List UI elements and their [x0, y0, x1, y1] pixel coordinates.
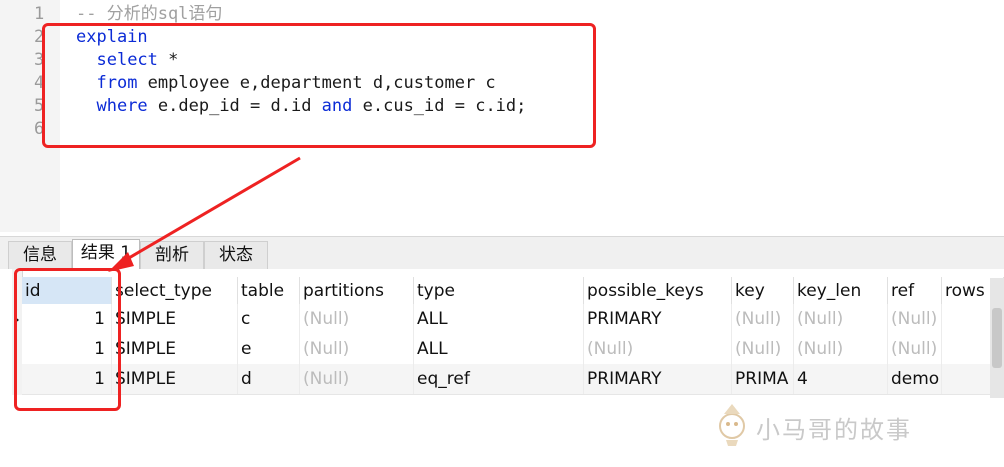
watermark: 小马哥的故事 — [708, 400, 958, 450]
mascot-icon — [719, 404, 745, 446]
watermark-text: 小马哥的故事 — [756, 416, 912, 444]
annotation-arrow — [108, 156, 301, 272]
